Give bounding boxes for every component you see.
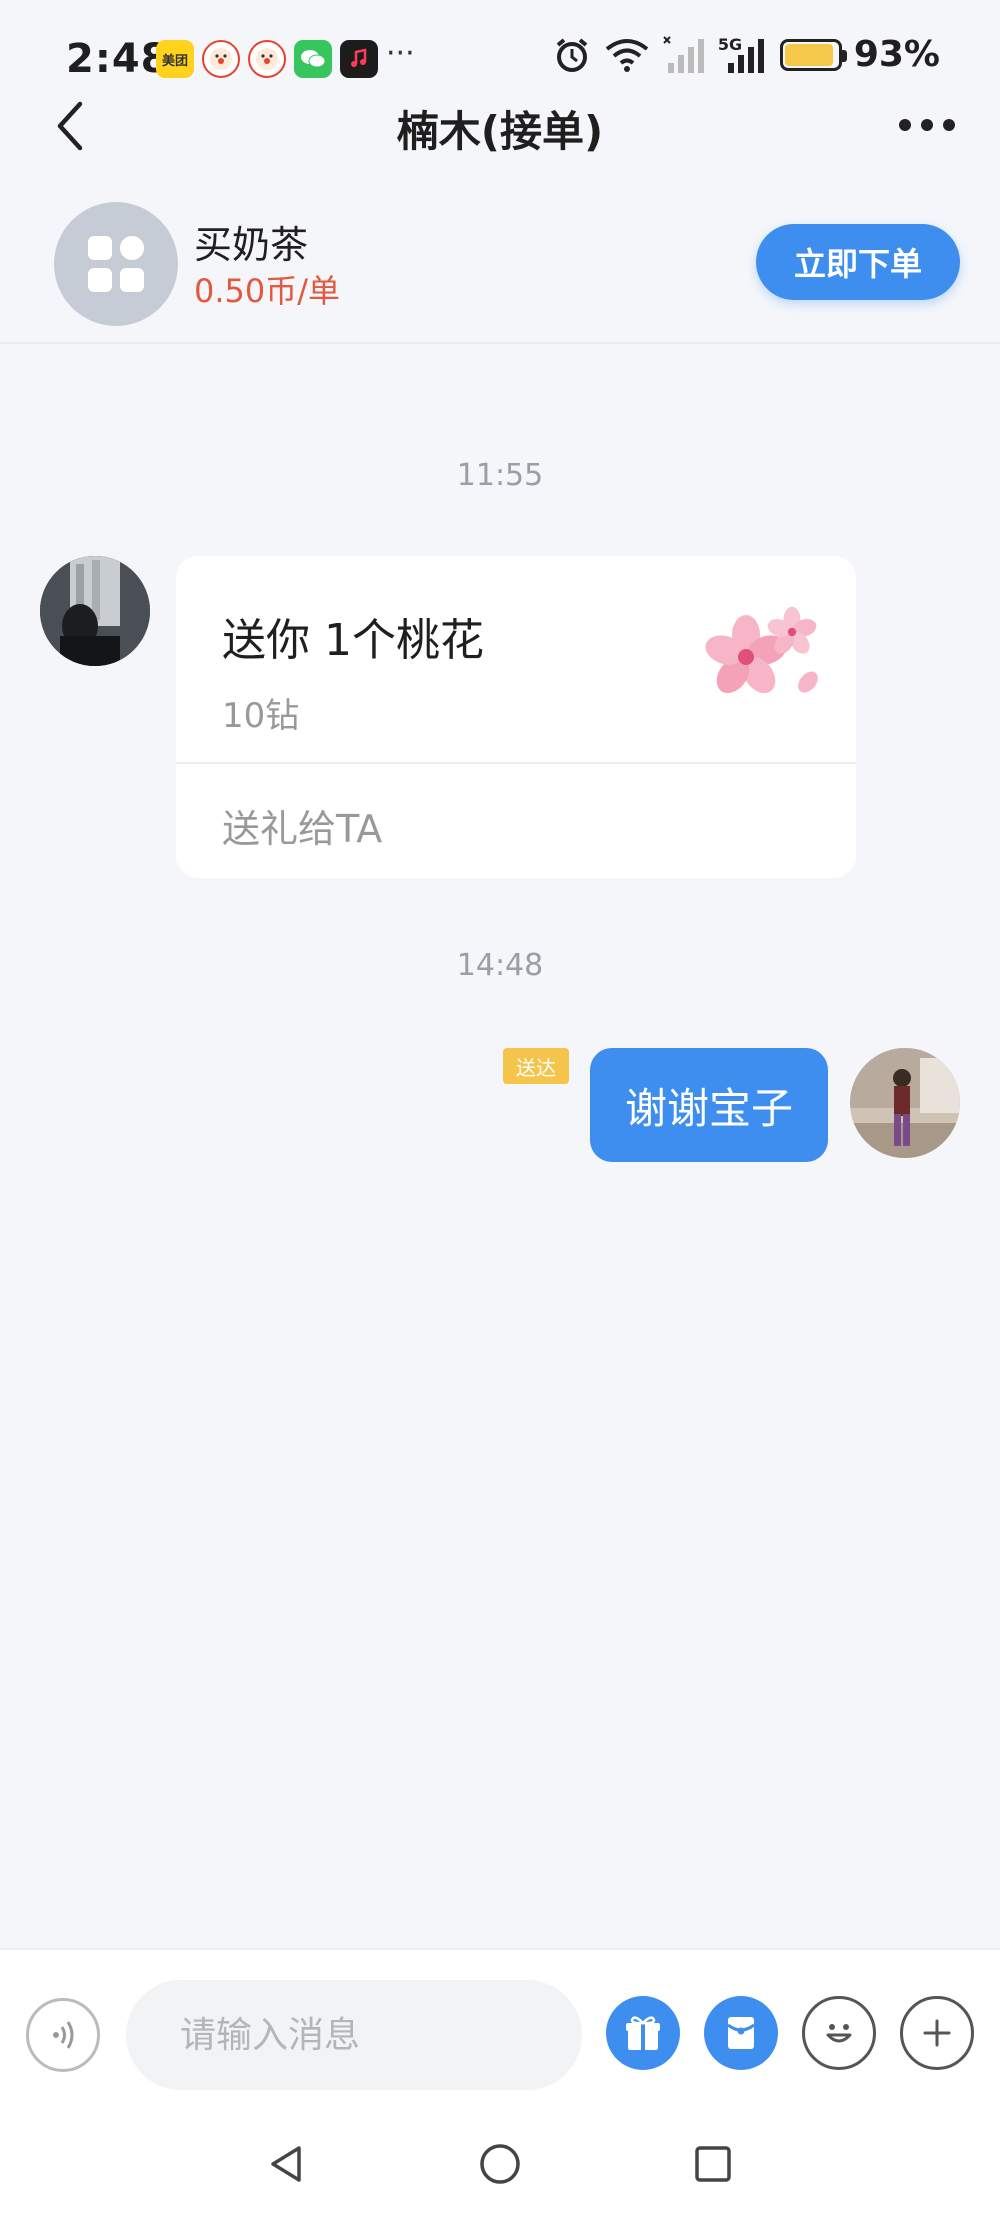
delivered-badge: 送达 — [503, 1048, 569, 1084]
more-dot-icon — [921, 119, 933, 131]
clown-app-icon — [202, 40, 240, 78]
emoji-button[interactable] — [802, 1996, 876, 2070]
message-input-bar — [0, 1948, 1000, 2110]
system-nav-bar — [0, 2110, 1000, 2220]
gift-price: 10钻 — [222, 696, 300, 736]
voice-icon — [53, 2021, 74, 2049]
battery-icon — [779, 38, 847, 71]
service-price: 0.50币/单 — [194, 272, 341, 310]
more-options-button[interactable] — [892, 100, 962, 150]
more-notifications-icon: ··· — [386, 36, 415, 71]
chat-timestamp: 11:55 — [456, 458, 544, 493]
battery-percent: 93% — [853, 34, 940, 75]
contact-avatar[interactable] — [40, 556, 150, 666]
square-recents-icon — [695, 2146, 731, 2182]
notification-icons: 美团 — [156, 40, 378, 78]
voice-button[interactable] — [26, 1998, 100, 2072]
user-avatar[interactable] — [850, 1048, 960, 1158]
nav-header: 楠木(接单) — [0, 90, 1000, 160]
battery-level — [784, 43, 834, 66]
circle-home-icon — [480, 2144, 520, 2184]
apps-grid-icon — [88, 236, 144, 292]
system-back-button[interactable] — [257, 2134, 317, 2194]
service-name: 买奶茶 — [194, 223, 309, 267]
peach-blossom-icon — [705, 606, 818, 694]
wechat-icon — [294, 40, 332, 78]
wifi-icon — [605, 38, 649, 72]
gift-button[interactable] — [606, 1996, 680, 2070]
plus-icon — [923, 2019, 951, 2047]
page-title: 楠木(接单) — [396, 107, 604, 156]
clown-app-icon-2 — [248, 40, 286, 78]
gift-message-card[interactable]: 送你 1个桃花 10钻 送礼给TA — [176, 556, 856, 878]
service-card: 买奶茶 0.50币/单 立即下单 — [0, 194, 1000, 344]
outgoing-message-bubble[interactable]: 谢谢宝子 — [590, 1048, 828, 1162]
triangle-back-icon — [271, 2146, 301, 2182]
system-recents-button[interactable] — [683, 2134, 743, 2194]
gift-title: 送你 1个桃花 — [222, 615, 484, 666]
red-packet-icon — [727, 2017, 755, 2049]
chat-timestamp: 14:48 — [456, 948, 544, 983]
signal-5g-icon: 5G — [718, 35, 768, 75]
more-actions-button[interactable] — [900, 1996, 974, 2070]
order-now-button[interactable]: 立即下单 — [756, 224, 960, 300]
signal-off-icon — [663, 35, 704, 73]
status-time: 2:48 — [66, 36, 170, 82]
message-input[interactable] — [126, 1980, 582, 2090]
alarm-icon — [556, 37, 588, 72]
music-icon — [340, 40, 378, 78]
meituan-icon: 美团 — [156, 40, 194, 78]
gift-divider — [176, 762, 856, 764]
status-right: 5G 93% — [552, 34, 940, 75]
red-packet-button[interactable] — [704, 1996, 778, 2070]
system-home-button[interactable] — [470, 2134, 530, 2194]
send-gift-link[interactable]: 送礼给TA — [222, 798, 382, 853]
gift-icon — [626, 2016, 660, 2050]
more-dot-icon — [899, 119, 911, 131]
service-avatar[interactable] — [54, 202, 178, 326]
more-dot-icon — [943, 119, 955, 131]
smiley-icon — [826, 2024, 852, 2043]
